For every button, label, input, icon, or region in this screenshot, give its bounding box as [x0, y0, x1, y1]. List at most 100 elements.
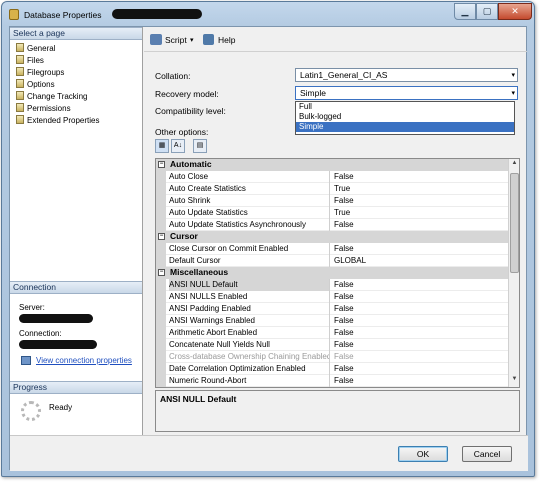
recovery-model-label: Recovery model: [155, 89, 219, 99]
property-name: ANSI NULLS Enabled [169, 291, 330, 303]
page-item-label: Permissions [27, 104, 71, 113]
property-name: Concatenate Null Yields Null [169, 339, 330, 351]
vertical-scrollbar[interactable]: ▲ ▼ [508, 159, 519, 387]
collation-label: Collation: [155, 71, 191, 81]
maximize-button[interactable]: ▢ [476, 3, 498, 20]
property-row[interactable]: Cross-database Ownership Chaining Enable… [156, 351, 508, 363]
page-item-general[interactable]: General [16, 43, 55, 55]
property-row[interactable]: ANSI NULL Default False [156, 279, 508, 291]
property-value[interactable]: False [334, 363, 354, 374]
page-item-filegroups[interactable]: Filegroups [16, 67, 64, 79]
row-gutter [156, 195, 166, 207]
page-item-label: Change Tracking [27, 92, 88, 101]
row-gutter [156, 327, 166, 339]
scrollbar-thumb[interactable] [510, 173, 519, 273]
property-name: Default Cursor [169, 255, 330, 267]
recovery-model-combo[interactable]: Simple ▾ [295, 86, 518, 100]
property-value[interactable]: False [334, 375, 354, 386]
page-item-label: Filegroups [27, 68, 65, 77]
scroll-up-icon[interactable]: ▲ [510, 160, 519, 170]
property-value[interactable]: False [334, 351, 354, 362]
close-button[interactable]: ✕ [498, 3, 532, 20]
property-name: Date Correlation Optimization Enabled [169, 363, 330, 375]
chevron-down-icon: ▾ [511, 72, 515, 79]
property-row[interactable]: Close Cursor on Commit Enabled False [156, 243, 508, 255]
row-gutter [156, 291, 166, 303]
property-value[interactable]: False [334, 315, 354, 326]
property-value[interactable]: False [334, 171, 354, 182]
page-item-permissions[interactable]: Permissions [16, 103, 71, 115]
collapse-icon[interactable]: − [158, 233, 165, 240]
property-value[interactable]: False [334, 279, 354, 290]
property-value[interactable]: False [334, 291, 354, 302]
progress-status: Ready [49, 403, 73, 412]
script-button[interactable]: Script [165, 35, 187, 45]
page-icon [16, 115, 24, 124]
property-row[interactable]: Auto Shrink False [156, 195, 508, 207]
view-connection-properties-link[interactable]: View connection properties [36, 356, 132, 365]
property-value[interactable]: GLOBAL [334, 255, 366, 266]
row-gutter [156, 315, 166, 327]
property-value[interactable]: True [334, 183, 350, 194]
help-icon[interactable] [203, 34, 214, 45]
row-gutter [156, 183, 166, 195]
alphabetical-sort-icon[interactable]: A↓ [171, 139, 185, 153]
property-row[interactable]: Arithmetic Abort Enabled False [156, 327, 508, 339]
category-automatic[interactable]: − Automatic [156, 159, 508, 171]
title-bar[interactable]: Database Properties ▁ ▢ ✕ [2, 2, 534, 26]
recovery-option[interactable]: Full [296, 102, 514, 112]
minimize-button[interactable]: ▁ [454, 3, 476, 20]
property-grid[interactable]: − Automatic Auto Close False Auto Create Sta… [155, 158, 520, 388]
page-item-label: Files [27, 56, 44, 65]
categorized-view-icon[interactable]: ▦ [155, 139, 169, 153]
row-gutter [156, 375, 166, 387]
property-name: Cross-database Ownership Chaining Enable… [169, 351, 330, 363]
page-item-change-tracking[interactable]: Change Tracking [16, 91, 87, 103]
property-description-panel: ANSI NULL Default [155, 390, 520, 432]
page-item-files[interactable]: Files [16, 55, 44, 67]
property-row[interactable]: Default Cursor GLOBAL [156, 255, 508, 267]
property-value[interactable]: False [334, 303, 354, 314]
category-miscellaneous[interactable]: − Miscellaneous [156, 267, 508, 279]
property-value[interactable]: False [334, 327, 354, 338]
row-gutter [156, 339, 166, 351]
property-row[interactable]: Auto Close False [156, 171, 508, 183]
property-row[interactable]: ANSI Warnings Enabled False [156, 315, 508, 327]
collation-combo[interactable]: Latin1_General_CI_AS ▾ [295, 68, 518, 82]
scroll-down-icon[interactable]: ▼ [510, 376, 519, 386]
property-name: ANSI Padding Enabled [169, 303, 330, 315]
property-value[interactable]: False [334, 195, 354, 206]
property-row[interactable]: Concatenate Null Yields Null False [156, 339, 508, 351]
collapse-icon[interactable]: − [158, 269, 165, 276]
page-item-extended-properties[interactable]: Extended Properties [16, 115, 100, 127]
property-pages-icon[interactable]: ▤ [193, 139, 207, 153]
property-value[interactable]: True [334, 207, 350, 218]
category-name: Automatic [170, 159, 212, 169]
property-value[interactable]: False [334, 339, 354, 350]
property-row[interactable]: Auto Create Statistics True [156, 183, 508, 195]
page-item-options[interactable]: Options [16, 79, 55, 91]
help-button[interactable]: Help [218, 35, 235, 45]
recovery-option[interactable]: Simple [296, 122, 514, 132]
property-row[interactable]: Auto Update Statistics True [156, 207, 508, 219]
script-dropdown-arrow[interactable]: ▾ [190, 36, 194, 44]
property-row[interactable]: Date Correlation Optimization Enabled Fal… [156, 363, 508, 375]
cancel-button[interactable]: Cancel [462, 446, 512, 462]
property-row[interactable]: Auto Update Statistics Asynchronously Fal… [156, 219, 508, 231]
page-item-label: Options [27, 80, 55, 89]
property-value[interactable]: False [334, 219, 354, 230]
script-icon[interactable] [150, 34, 162, 45]
property-value[interactable]: False [334, 243, 354, 254]
chevron-down-icon: ▾ [511, 90, 515, 97]
ok-button[interactable]: OK [398, 446, 448, 462]
property-row[interactable]: Numeric Round-Abort False [156, 375, 508, 387]
property-row[interactable]: ANSI Padding Enabled False [156, 303, 508, 315]
page-icon [16, 91, 24, 100]
recovery-model-dropdown: Full Bulk-logged Simple [295, 101, 515, 135]
category-cursor[interactable]: − Cursor [156, 231, 508, 243]
recovery-option[interactable]: Bulk-logged [296, 112, 514, 122]
property-row[interactable]: ANSI NULLS Enabled False [156, 291, 508, 303]
collapse-icon[interactable]: − [158, 161, 165, 168]
recovery-model-value: Simple [300, 88, 326, 98]
page-icon [16, 43, 24, 52]
